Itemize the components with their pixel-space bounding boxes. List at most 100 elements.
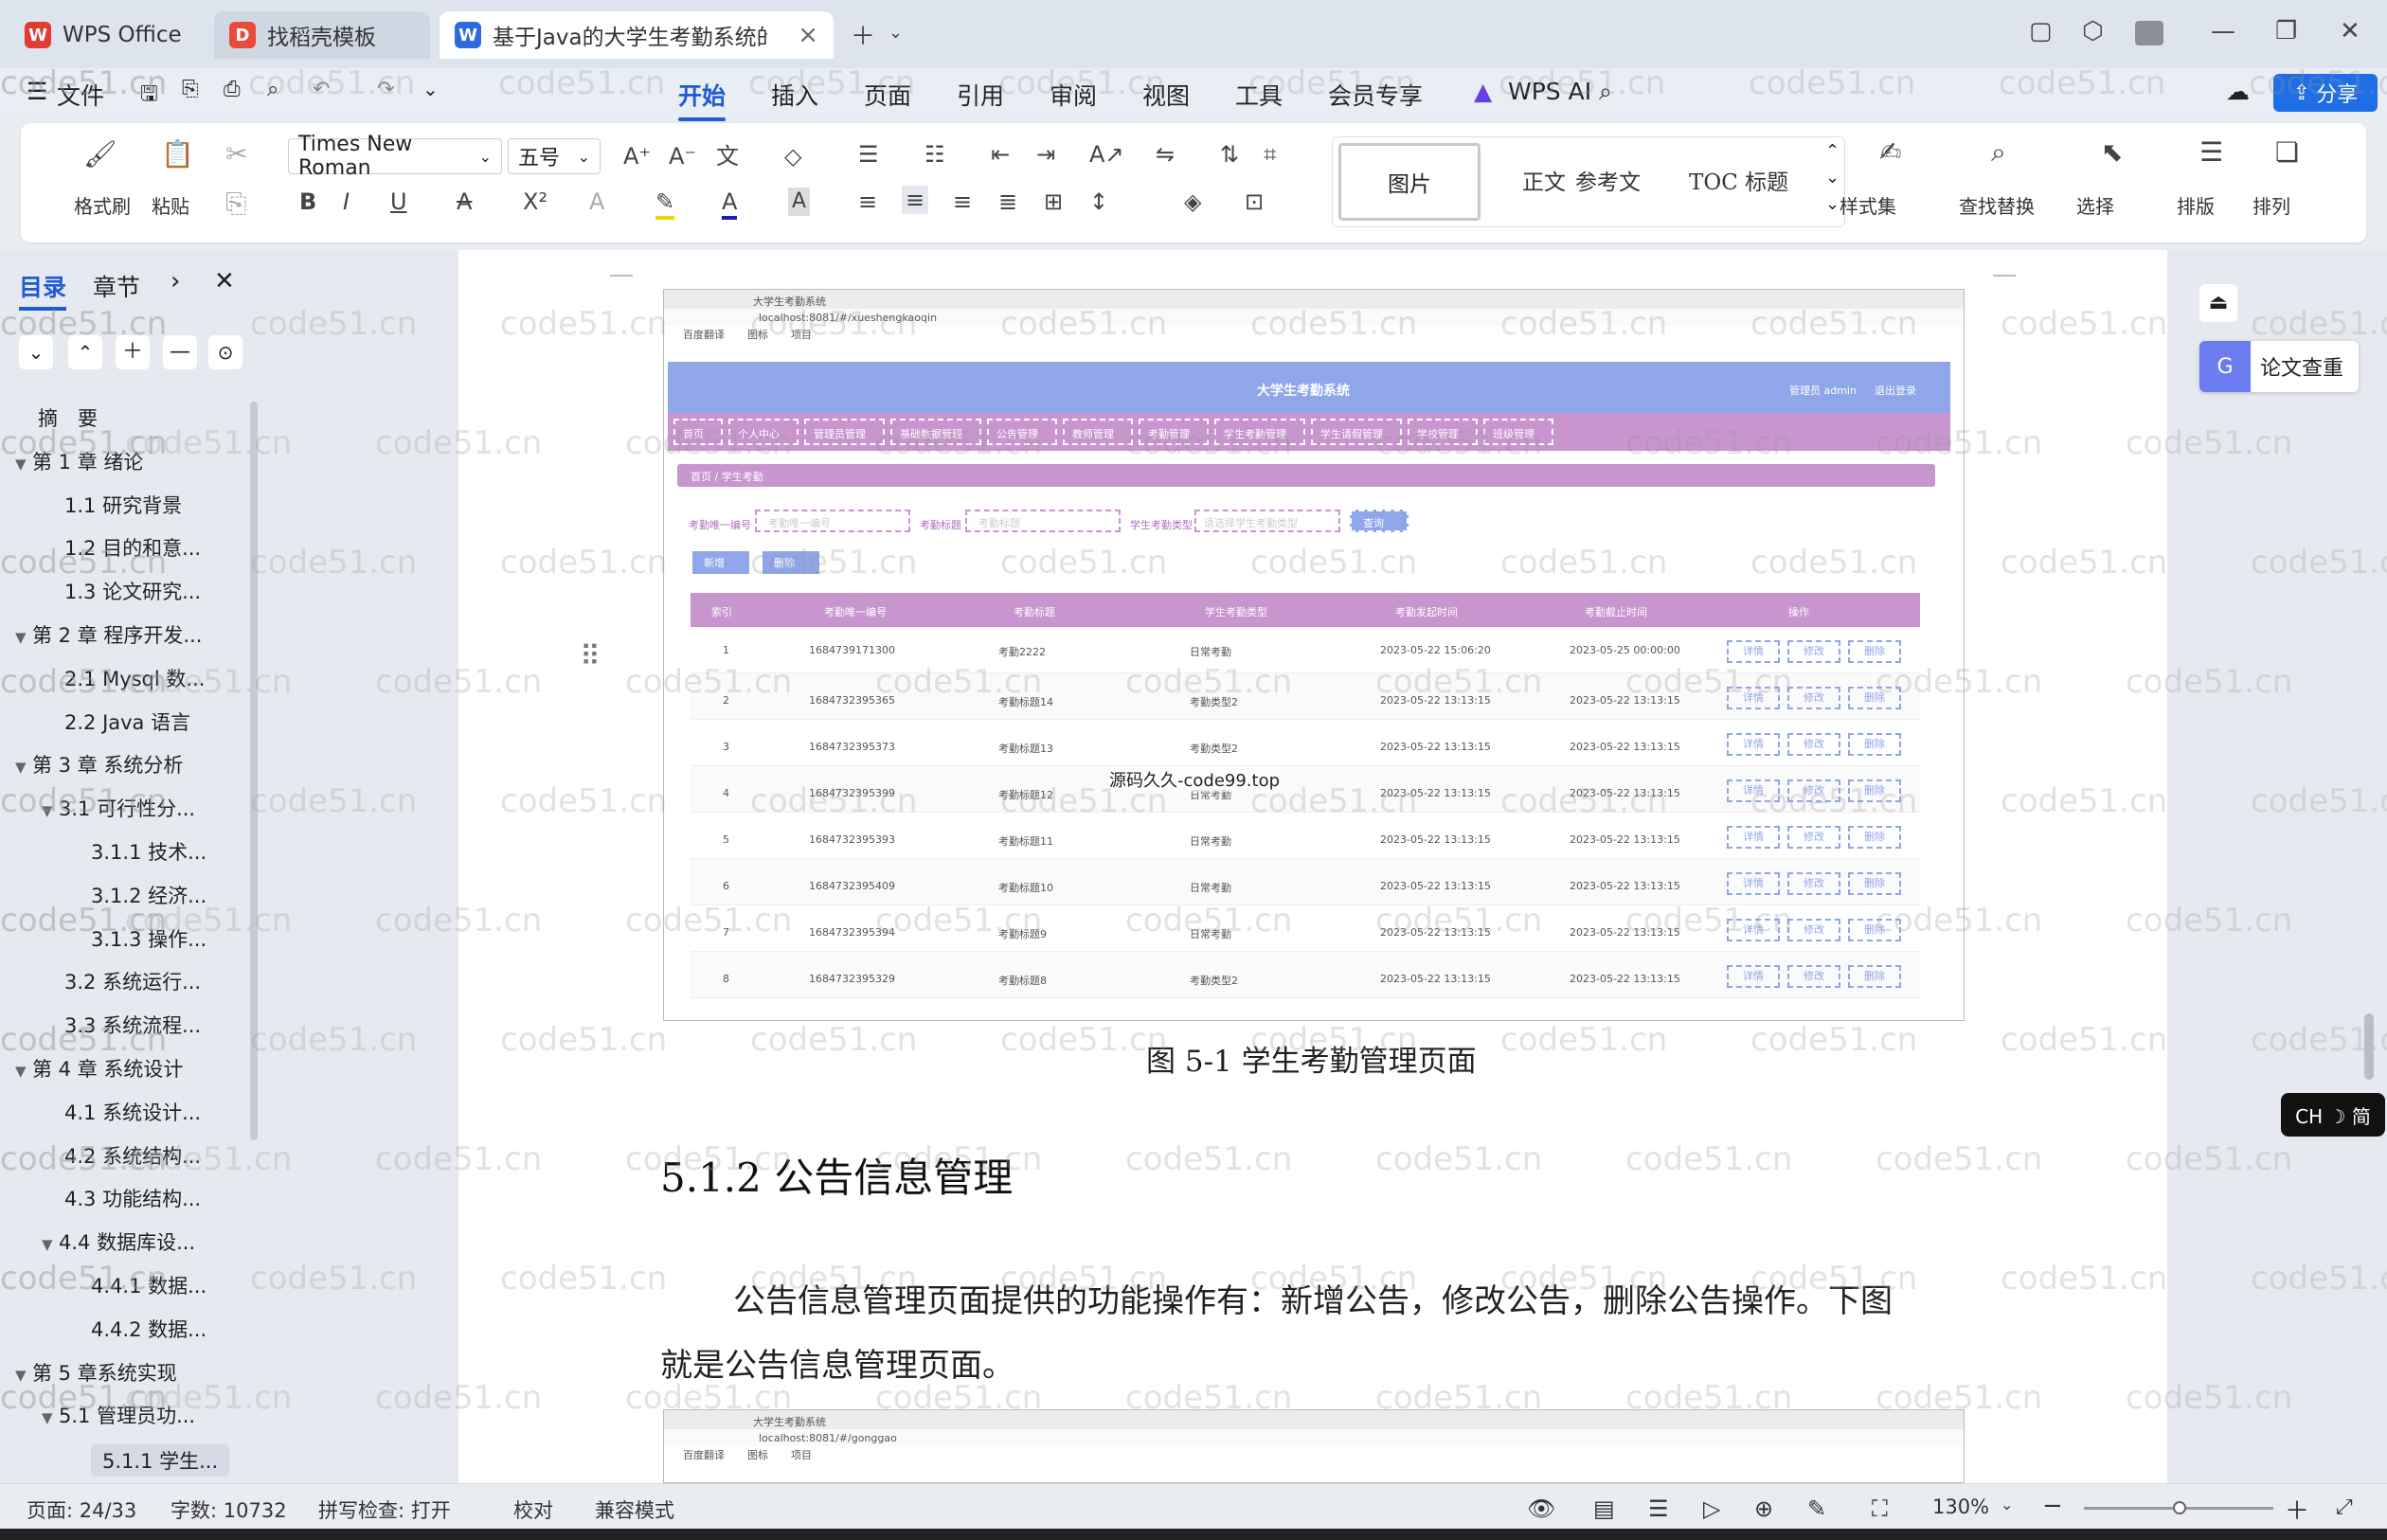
expand-arrow-icon[interactable]: ▼ <box>15 759 32 776</box>
font-color-icon[interactable]: A <box>722 188 738 220</box>
format-painter-icon[interactable]: 🖌 <box>83 140 117 169</box>
zoom-in-icon[interactable]: ＋ <box>2285 1492 2309 1527</box>
style-scroll-down-icon[interactable]: ⌄ <box>1825 168 1840 188</box>
bullet-list-icon[interactable]: ☰ <box>858 140 879 169</box>
arrange-icon[interactable]: ❏ <box>2275 138 2299 167</box>
typeset-icon[interactable]: ☰ <box>2199 138 2223 167</box>
grow-font-icon[interactable]: A⁺ <box>623 142 651 170</box>
expand-arrow-icon[interactable]: ▼ <box>42 1409 59 1426</box>
window-layout-icon[interactable]: ▢ <box>2029 17 2053 45</box>
align-center-icon[interactable]: ≡ <box>902 186 929 214</box>
tab-review[interactable]: 审阅 <box>1050 78 1097 112</box>
style-body[interactable]: 正文 <box>1522 164 1566 196</box>
outline-view-icon[interactable]: ☰ <box>1648 1495 1669 1522</box>
close-tab-icon[interactable]: × <box>798 21 818 49</box>
tab-toc[interactable]: 目录 <box>19 269 67 311</box>
toc-item[interactable]: ▼ 第 5 章系统实现 <box>15 1358 177 1387</box>
expand-arrow-icon[interactable]: ▼ <box>15 1063 32 1080</box>
cut-icon[interactable]: ✂ <box>225 140 247 169</box>
align-right-icon[interactable]: ≡ <box>953 188 972 216</box>
style-toc-heading[interactable]: TOC 标题 <box>1689 164 1788 196</box>
toc-item[interactable]: 4.2 系统结构... <box>64 1141 201 1170</box>
tab-chapter[interactable]: 章节 <box>93 269 140 303</box>
toc-item[interactable]: ▼ 第 3 章 系统分析 <box>15 750 183 779</box>
document-scrollbar[interactable] <box>2364 1013 2374 1080</box>
toc-item[interactable]: 4.4.1 数据... <box>91 1271 206 1299</box>
wps-ai-button[interactable]: WPS AI <box>1508 78 1591 105</box>
toc-item[interactable]: 3.2 系统运行... <box>64 967 201 995</box>
collapse-all-icon[interactable]: ⌄ <box>19 335 53 369</box>
zoom-slider-thumb[interactable] <box>2173 1501 2186 1514</box>
toc-item[interactable]: ▼ 5.1 管理员功... <box>42 1401 195 1429</box>
style-reference[interactable]: 参考文 <box>1575 164 1641 196</box>
toc-item[interactable]: ▼ 第 1 章 绪论 <box>15 447 143 475</box>
format-painter-button[interactable]: 格式刷 <box>74 191 131 219</box>
shrink-font-icon[interactable]: A⁻ <box>669 142 696 170</box>
fullscreen-icon[interactable]: ⤢ <box>2336 1495 2353 1519</box>
phonetic-icon[interactable]: 文 <box>716 142 739 170</box>
tab-docer-templates[interactable]: D 找稻壳模板 <box>214 11 430 59</box>
decrease-indent-icon[interactable]: ⇤ <box>991 140 1010 169</box>
move-up-icon[interactable]: ⌃ <box>68 335 102 369</box>
expand-arrow-icon[interactable]: ▼ <box>15 456 32 473</box>
toc-item[interactable]: 2.1 Mysql 数... <box>64 664 205 692</box>
select-cursor-icon[interactable]: ⬉ <box>2101 138 2123 167</box>
print-preview-icon[interactable]: ⌕ <box>267 78 278 101</box>
find-replace-button[interactable]: 查找替换 <box>1959 191 2035 219</box>
toc-item[interactable]: ▼ 第 2 章 程序开发... <box>15 620 202 649</box>
char-shading-icon[interactable]: A <box>788 188 811 216</box>
toc-item[interactable]: 3.1.3 操作... <box>91 924 206 953</box>
cloud-icon[interactable]: ☁ <box>2226 78 2250 105</box>
toc-item[interactable]: 摘 要 <box>38 403 98 432</box>
proofread[interactable]: 校对 <box>513 1495 553 1524</box>
show-marks-icon[interactable]: ⌗ <box>1264 140 1277 169</box>
eye-protection-icon[interactable]: 👁 <box>1527 1495 1555 1522</box>
toc-item[interactable]: 4.4.2 数据... <box>91 1315 206 1343</box>
justify-icon[interactable]: ≣ <box>998 188 1017 216</box>
expand-arrow-icon[interactable]: ▼ <box>15 1367 32 1384</box>
undo-icon[interactable]: ↶ <box>313 78 330 101</box>
arrange-button[interactable]: 排列 <box>2252 191 2290 219</box>
bold-icon[interactable]: B <box>299 188 316 216</box>
print-icon[interactable]: ⎙ <box>224 78 241 101</box>
page-view-icon[interactable]: ▤ <box>1593 1495 1615 1522</box>
paste-button[interactable]: 粘贴 <box>152 191 189 219</box>
ime-indicator[interactable]: CH ☽ 简 <box>2281 1093 2385 1137</box>
numbered-list-icon[interactable]: ☷ <box>924 140 945 169</box>
toc-item[interactable]: 3.3 系统流程... <box>64 1011 201 1039</box>
collapse-icon[interactable]: ⏏ <box>2199 284 2237 322</box>
style-set-button[interactable]: 样式集 <box>1840 191 1896 219</box>
expand-pane-icon[interactable]: › <box>170 267 180 295</box>
font-size-select[interactable]: 五号 ⌄ <box>508 138 601 174</box>
tab-references[interactable]: 引用 <box>957 78 1004 112</box>
toc-item[interactable]: 4.1 系统设计... <box>64 1098 201 1126</box>
expand-arrow-icon[interactable]: ▼ <box>42 802 59 819</box>
italic-icon[interactable]: I <box>343 188 350 216</box>
toc-item[interactable]: 3.1.1 技术... <box>91 837 206 866</box>
expand-arrow-icon[interactable]: ▼ <box>15 629 32 646</box>
share-button[interactable]: ⇪ 分享 <box>2273 74 2378 112</box>
page-indicator[interactable]: 页面: 24/33 <box>27 1495 136 1524</box>
strikethrough-icon[interactable]: A <box>457 188 472 216</box>
quick-access-chevron-icon[interactable]: ⌄ <box>422 78 439 100</box>
search-icon[interactable]: ⌕ <box>1599 78 1612 106</box>
increase-indent-icon[interactable]: ⇥ <box>1036 140 1055 169</box>
toc-item[interactable]: 3.1.2 经济... <box>91 881 206 909</box>
tab-home[interactable]: 开始 <box>678 78 727 121</box>
select-button[interactable]: 选择 <box>2076 191 2114 219</box>
toc-item[interactable]: 1.3 论文研究... <box>64 577 201 605</box>
tab-list-chevron-icon[interactable]: ⌄ <box>888 23 903 43</box>
drag-handle-icon[interactable]: ⠿ <box>580 640 601 673</box>
add-heading-icon[interactable]: ＋ <box>116 335 150 369</box>
expand-arrow-icon[interactable]: ▼ <box>42 1236 59 1253</box>
toc-scrollbar[interactable] <box>250 402 258 1140</box>
style-set-icon[interactable]: ✍ <box>1879 138 1901 167</box>
tab-member[interactable]: 会员专享 <box>1328 78 1423 112</box>
redo-icon[interactable]: ↷ <box>377 78 394 101</box>
tab-current-document[interactable]: W 基于Java的大学生考勤系统的设 × <box>440 11 834 59</box>
web-view-icon[interactable]: ⊕ <box>1754 1495 1773 1522</box>
more-options-icon[interactable]: ⊙ <box>208 335 242 369</box>
maximize-icon[interactable]: ❐ <box>2275 17 2297 45</box>
toc-item[interactable]: 2.2 Java 语言 <box>64 707 190 736</box>
typeset-button[interactable]: 排版 <box>2177 191 2215 219</box>
